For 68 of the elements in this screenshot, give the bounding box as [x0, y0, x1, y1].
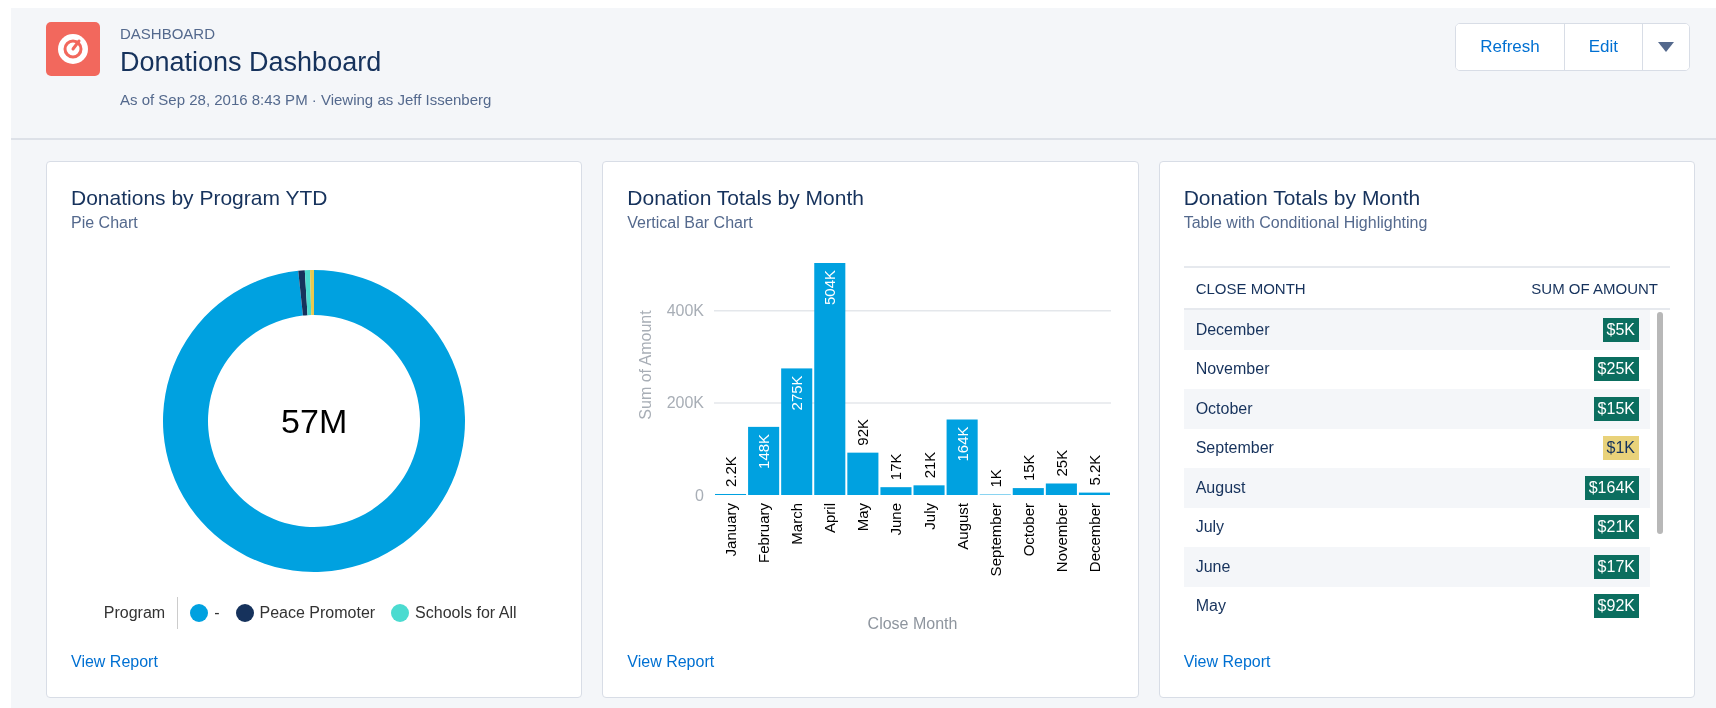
tick-label: 400K [666, 302, 705, 320]
axis-label: January [722, 503, 740, 557]
view-report-link[interactable]: View Report [1183, 651, 1271, 673]
axis-label: April [821, 503, 839, 533]
table-cell: June [1195, 557, 1231, 576]
data-label: 15K [1020, 454, 1038, 482]
data-label: 25K [1053, 449, 1071, 477]
table-cell: November [1195, 360, 1270, 379]
amount-badge: $92K [1593, 594, 1639, 619]
view-report-link[interactable]: View Report [627, 651, 715, 673]
legend-label: Peace Promoter [259, 604, 376, 622]
axis-label: November [1053, 503, 1071, 573]
table-cell: October [1195, 399, 1253, 418]
axis-title: Close Month [867, 614, 958, 632]
amount-badge: $17K [1593, 554, 1639, 579]
table-cell: July [1195, 518, 1225, 537]
axis-label: February [755, 503, 773, 564]
table-cell: August [1195, 478, 1246, 497]
axis-label: August [953, 503, 971, 550]
axis-label: December [1086, 503, 1104, 573]
data-label: 2.2K [722, 456, 740, 487]
axis-label: May [854, 503, 872, 532]
gauge-icon [46, 22, 100, 76]
dashboard-subtitle: As of Sep 28, 2016 8:43 PM · Viewing as Jeff Issenberg [120, 90, 492, 110]
column-header: SUM OF AMOUNT [1531, 279, 1658, 297]
amount-badge: $164K [1584, 475, 1639, 500]
data-label: 21K [920, 451, 938, 479]
table-cell: May [1195, 597, 1226, 616]
view-report-link[interactable]: View Report [71, 651, 158, 673]
table-cell: December [1195, 320, 1270, 339]
card-title: Donation Totals by Month [1183, 185, 1421, 211]
amount-badge: $15K [1593, 396, 1639, 421]
card-title: Donation Totals by Month [627, 185, 864, 211]
data-label: 92K [854, 418, 872, 446]
axis-label: July [920, 503, 938, 530]
data-label: 5.2K [1086, 454, 1104, 486]
card-title: Donations by Program YTD [71, 185, 328, 211]
data-label: 148K [755, 433, 773, 469]
dashboard-title: Donations Dashboard [120, 46, 383, 79]
axis-title: Sum of Amount [636, 310, 654, 420]
amount-badge: $21K [1593, 515, 1639, 540]
axis-label: June [887, 503, 905, 536]
amount-badge: $5K [1602, 317, 1639, 342]
tick-label: 0 [695, 486, 705, 504]
axis-label: March [788, 503, 806, 545]
tick-label: 200K [666, 394, 705, 412]
donut-total: 57M [281, 401, 348, 441]
amount-badge: $25K [1593, 357, 1639, 382]
legend-label: Schools for All [415, 604, 517, 622]
amount-badge: $1K [1602, 436, 1639, 461]
legend-title: Program [103, 604, 166, 622]
data-label: 17K [887, 453, 905, 481]
card-subtitle: Table with Conditional Highlighting [1183, 213, 1428, 233]
axis-label: September [987, 503, 1005, 577]
data-label: 504K [821, 270, 839, 306]
data-label: 1K [987, 469, 1005, 488]
table-cell: September [1195, 439, 1274, 458]
caret-icon [1658, 42, 1674, 52]
column-header: CLOSE MONTH [1195, 279, 1306, 297]
header-button[interactable]: Refresh [1456, 24, 1565, 70]
card-subtitle: Vertical Bar Chart [627, 213, 753, 233]
axis-label: October [1020, 503, 1038, 557]
page-type-label: DASHBOARD [120, 24, 217, 44]
legend-label: - [214, 604, 220, 622]
data-label: 275K [788, 375, 806, 411]
scrollbar[interactable] [1657, 312, 1663, 534]
card-subtitle: Pie Chart [71, 213, 138, 233]
data-label: 164K [953, 426, 971, 462]
